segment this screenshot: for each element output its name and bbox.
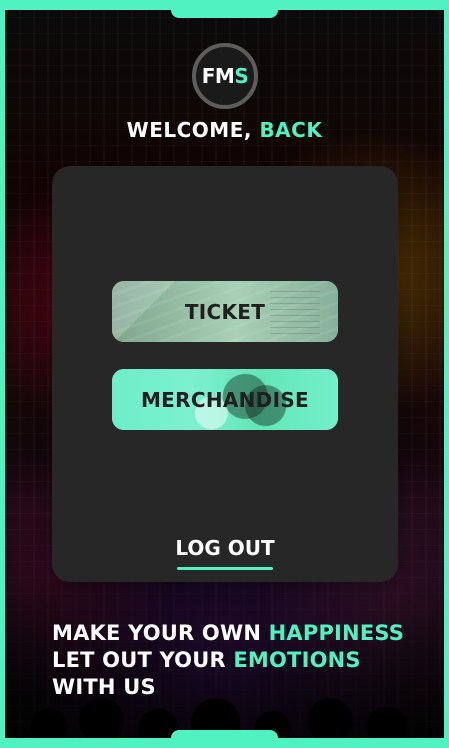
tagline-line-1: MAKE YOUR OWN HAPPINESS [52, 620, 404, 647]
tagline-line-3: WITH US [52, 675, 156, 699]
menu-panel: TICKET MERCHANDISE LOG OUT [52, 166, 398, 582]
ticket-button-label: TICKET [184, 300, 266, 324]
merchandise-button-label: MERCHANDISE [140, 388, 309, 412]
tagline-line-1-prefix: MAKE YOUR OWN [52, 621, 269, 645]
brand-logo: FM S [192, 43, 258, 109]
brand-logo-right: S [234, 64, 249, 88]
welcome-prefix: WELCOME, [126, 118, 260, 142]
app-frame: FM S WELCOME, BACK TICKET MERCHANDISE LOG… [0, 0, 449, 748]
welcome-heading: WELCOME, BACK [0, 118, 449, 142]
tagline-line-2-prefix: LET OUT YOUR [52, 648, 234, 672]
tagline-line-2-accent: EMOTIONS [233, 648, 361, 672]
brand-logo-left: FM [201, 64, 235, 88]
tagline-line-2: LET OUT YOUR EMOTIONS [52, 647, 404, 674]
logout-underline [177, 567, 273, 570]
tagline-line-1-accent: HAPPINESS [268, 621, 405, 645]
logout-button[interactable]: LOG OUT [52, 536, 398, 560]
ticket-button[interactable]: TICKET [112, 281, 338, 342]
top-notch [171, 8, 278, 18]
tagline: MAKE YOUR OWN HAPPINESS LET OUT YOUR EMO… [52, 620, 404, 701]
bottom-notch [171, 730, 278, 740]
merchandise-button[interactable]: MERCHANDISE [112, 369, 338, 430]
welcome-accent: BACK [259, 118, 323, 142]
